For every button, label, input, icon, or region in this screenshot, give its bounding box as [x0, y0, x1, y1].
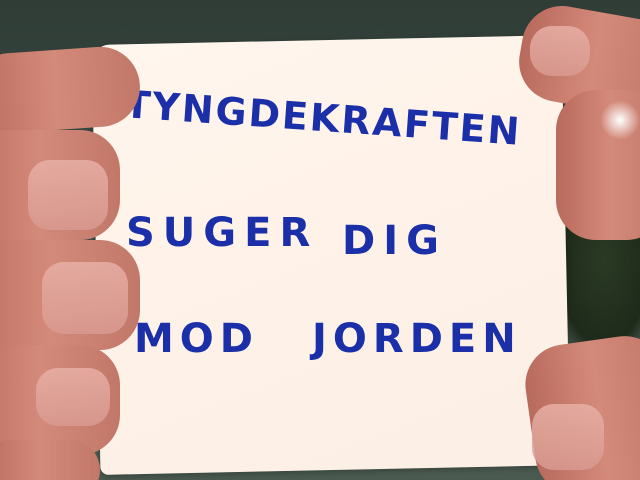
note-line-3-word-2: JORDEN: [312, 316, 522, 362]
note-line-3-word-1: MOD: [134, 316, 260, 362]
left-finger-5: [0, 440, 100, 480]
note-line-2-word-1: SUGER: [126, 210, 319, 256]
left-fingernail-3: [42, 262, 128, 334]
note-line-2-word-2: DIG: [342, 218, 447, 264]
left-fingernail-4: [36, 368, 110, 426]
right-fingernail-bottom: [532, 404, 604, 470]
light-glare: [600, 100, 640, 140]
left-fingernail-2: [28, 160, 108, 230]
photo-scene: TYNGDEKRAFTEN SUGER DIG MOD JORDEN: [0, 0, 640, 480]
right-fingernail-top: [530, 26, 590, 76]
